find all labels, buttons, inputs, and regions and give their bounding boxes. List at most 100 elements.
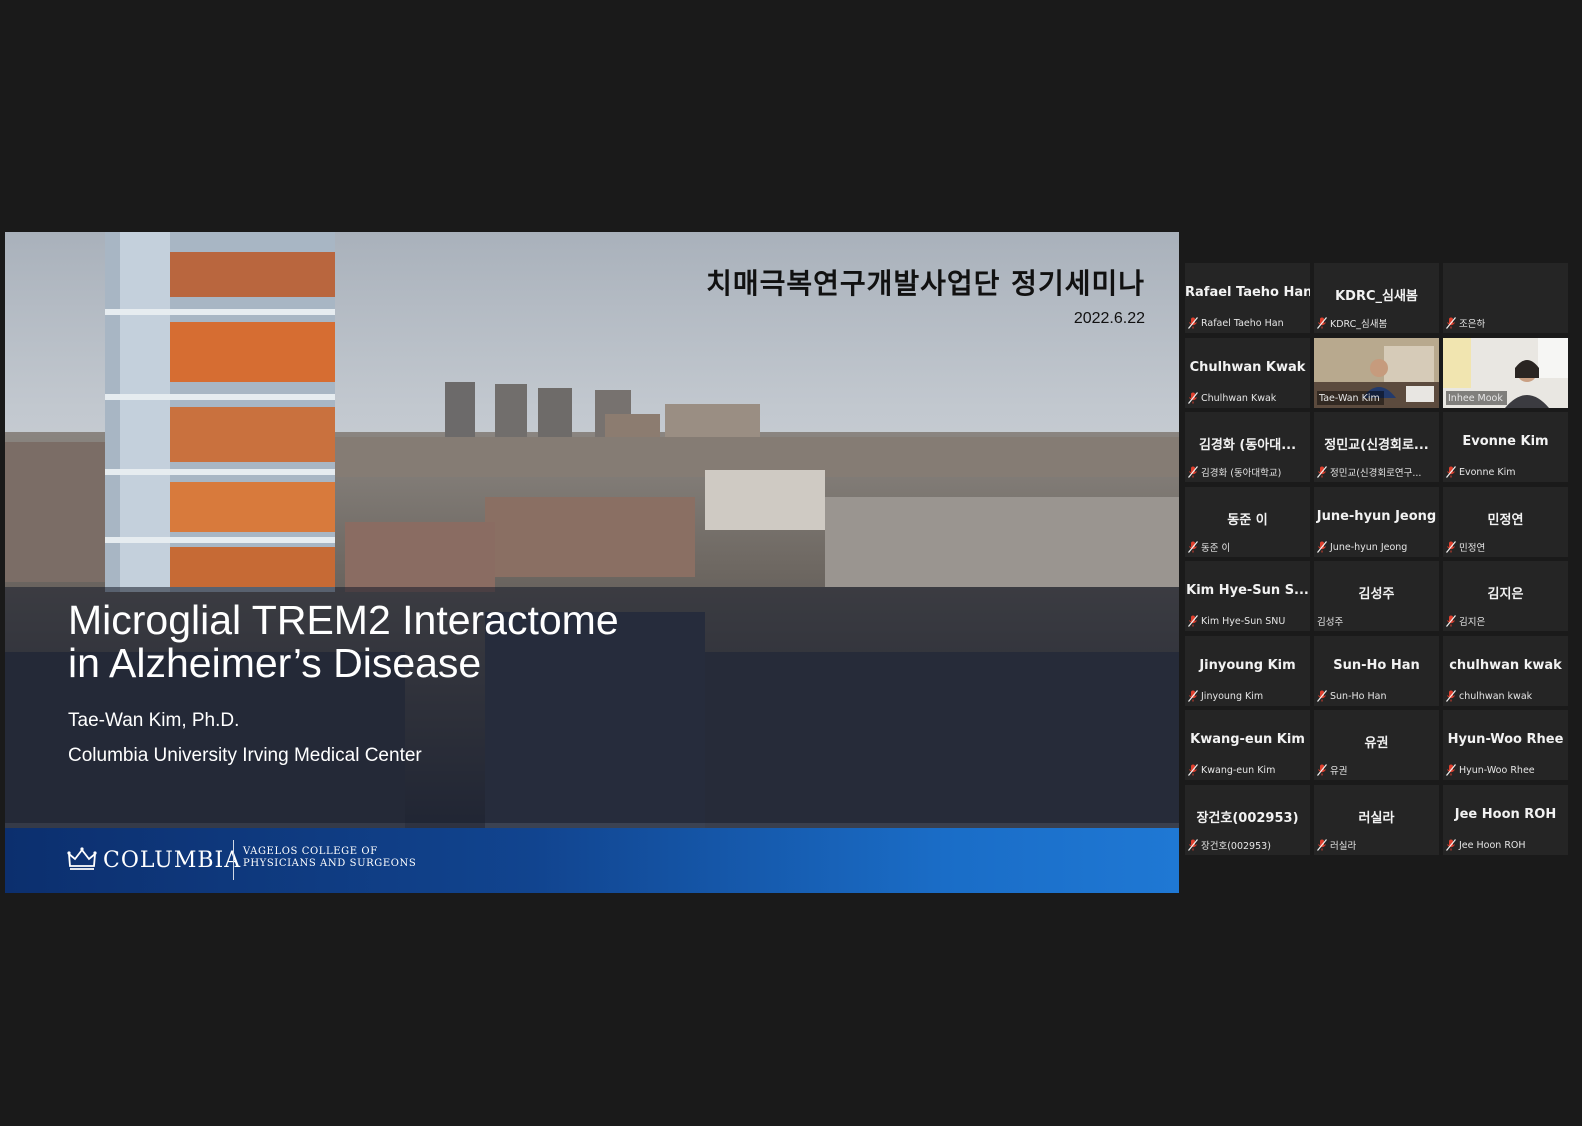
mic-off-icon [1446, 839, 1456, 851]
participant-label-text: 김경화 (동아대학교) [1201, 468, 1282, 479]
participant-tile[interactable]: 동준 이 동준 이 [1185, 487, 1310, 557]
participant-label-text: Rafael Taeho Han [1201, 317, 1284, 329]
participant-label-text: Evonne Kim [1459, 466, 1516, 478]
participant-label-text: 러실라 [1330, 841, 1357, 852]
participant-label-text: chulhwan kwak [1459, 690, 1533, 702]
mic-off-icon [1188, 615, 1198, 627]
slide-affiliation: Columbia University Irving Medical Cente… [68, 745, 422, 766]
participant-name-label: Tae-Wan Kim [1317, 391, 1384, 405]
participant-tile[interactable]: 김지은 김지은 [1443, 561, 1568, 631]
participant-name-label: Chulhwan Kwak [1188, 391, 1276, 405]
columbia-crown-icon [67, 847, 97, 870]
mic-off-icon [1446, 690, 1456, 702]
participant-name-label: 정민교(신경회로연구... [1317, 465, 1421, 479]
slide-title-line-2: in Alzheimer’s Disease [68, 640, 482, 686]
participant-name-label: Sun-Ho Han [1317, 689, 1386, 703]
participant-tile[interactable]: Chulhwan Kwak Chulhwan Kwak [1185, 338, 1310, 408]
seminar-date: 2022.6.22 [1073, 310, 1145, 327]
participant-name-label: 유권 [1317, 763, 1347, 777]
columbia-wordmark: COLUMBIA [103, 848, 242, 873]
participant-display-name: 김성주 [1358, 587, 1395, 602]
participant-tile[interactable]: Inhee Mook [1443, 338, 1568, 408]
participant-tile[interactable]: 조은하 [1443, 263, 1568, 333]
participant-label-text: Jinyoung Kim [1201, 690, 1264, 702]
participant-name-label: 김경화 (동아대학교) [1188, 465, 1281, 479]
participant-tile[interactable]: 유권 유권 [1314, 710, 1439, 780]
shared-screen-slide: 치매극복연구개발사업단 정기세미나 2022.6.22 Microglial T… [5, 232, 1179, 893]
participant-display-name: Evonne Kim [1462, 434, 1549, 449]
participant-tile[interactable]: Rafael Taeho Han Rafael Taeho Han [1185, 263, 1310, 333]
participant-label-text: Chulhwan Kwak [1201, 392, 1277, 404]
participant-label-text: Hyun-Woo Rhee [1459, 764, 1535, 776]
participant-name-label: 민정연 [1446, 540, 1485, 554]
columbia-footer-bar: COLUMBIA VAGELOS COLLEGE OF PHYSICIANS A… [5, 828, 1179, 893]
participant-tile[interactable]: Tae-Wan Kim [1314, 338, 1439, 408]
participant-tile[interactable]: 장건호(002953) 장건호(002953) [1185, 785, 1310, 855]
participant-name-label: 김성주 [1317, 614, 1343, 628]
mic-off-icon [1446, 317, 1456, 329]
participant-tile[interactable]: Hyun-Woo Rhee Hyun-Woo Rhee [1443, 710, 1568, 780]
participant-display-name: 유권 [1364, 736, 1389, 751]
participant-tile[interactable]: 정민교(신경회로... 정민교(신경회로연구... [1314, 412, 1439, 482]
mic-off-icon [1188, 764, 1198, 776]
participant-name-label: Jinyoung Kim [1188, 689, 1263, 703]
seminar-header: 치매극복연구개발사업단 정기세미나 [706, 267, 1145, 300]
mic-off-icon [1188, 392, 1198, 404]
participant-display-name: 정민교(신경회로... [1324, 438, 1429, 453]
participant-label-text: Inhee Mook [1448, 392, 1503, 404]
participant-display-name: 민정연 [1487, 513, 1524, 528]
participant-label-text: 장건호(002953) [1201, 841, 1271, 852]
participant-display-name: 러실라 [1358, 811, 1395, 826]
vagelos-line-2: PHYSICIANS AND SURGEONS [243, 858, 417, 869]
mic-off-icon [1188, 690, 1198, 702]
mic-off-icon [1317, 466, 1327, 478]
participant-display-name: Hyun-Woo Rhee [1447, 732, 1564, 747]
slide-author: Tae-Wan Kim, Ph.D. [68, 710, 240, 731]
participant-name-label: Kim Hye-Sun SNU [1188, 614, 1285, 628]
participant-tile[interactable]: 김성주 김성주 [1314, 561, 1439, 631]
participant-tile[interactable]: Evonne Kim Evonne Kim [1443, 412, 1568, 482]
participant-tile[interactable]: 김경화 (동아대... 김경화 (동아대학교) [1185, 412, 1310, 482]
participant-name-label: 러실라 [1317, 838, 1356, 852]
participant-display-name: Chulhwan Kwak [1189, 360, 1306, 375]
participant-label-text: Kwang-eun Kim [1201, 764, 1276, 776]
participant-name-label: 동준 이 [1188, 540, 1230, 554]
participant-name-label: 김지은 [1446, 614, 1485, 628]
participant-tile[interactable]: Sun-Ho Han Sun-Ho Han [1314, 636, 1439, 706]
logo-divider [233, 840, 234, 880]
participant-tile[interactable]: 러실라 러실라 [1314, 785, 1439, 855]
slide-title: Microglial TREM2 Interactome in Alzheime… [68, 599, 768, 685]
mic-off-icon [1317, 541, 1327, 553]
slide-title-line-1: Microglial TREM2 Interactome [68, 597, 619, 643]
participant-name-label: June-hyun Jeong [1317, 540, 1407, 554]
participant-tile[interactable]: KDRC_심새봄 KDRC_심새봄 [1314, 263, 1439, 333]
mic-off-icon [1446, 466, 1456, 478]
mic-off-icon [1188, 317, 1198, 329]
participant-display-name: Jinyoung Kim [1199, 658, 1296, 673]
participant-label-text: 김성주 [1317, 617, 1344, 628]
participant-name-label: Evonne Kim [1446, 465, 1515, 479]
participant-label-text: 김지은 [1459, 617, 1486, 628]
participant-tile[interactable]: chulhwan kwak chulhwan kwak [1443, 636, 1568, 706]
participant-tile[interactable]: 민정연 민정연 [1443, 487, 1568, 557]
participant-tile[interactable]: Jinyoung Kim Jinyoung Kim [1185, 636, 1310, 706]
meeting-window: 치매극복연구개발사업단 정기세미나 2022.6.22 Microglial T… [0, 0, 1582, 1126]
participant-name-label: Inhee Mook [1446, 391, 1507, 405]
participant-tile[interactable]: Kim Hye-Sun S... Kim Hye-Sun SNU [1185, 561, 1310, 631]
participant-label-text: 조은하 [1459, 319, 1486, 330]
participant-tile[interactable]: Kwang-eun Kim Kwang-eun Kim [1185, 710, 1310, 780]
vagelos-line-1: VAGELOS COLLEGE OF [243, 846, 378, 857]
mic-off-icon [1188, 839, 1198, 851]
mic-off-icon [1317, 690, 1327, 702]
mic-off-icon [1317, 839, 1327, 851]
participant-label-text: KDRC_심새봄 [1330, 319, 1388, 330]
participant-tile[interactable]: Jee Hoon ROH Jee Hoon ROH [1443, 785, 1568, 855]
participant-tile[interactable]: June-hyun Jeong June-hyun Jeong [1314, 487, 1439, 557]
participant-label-text: 정민교(신경회로연구... [1330, 468, 1422, 479]
vagelos-college-name: VAGELOS COLLEGE OF PHYSICIANS AND SURGEO… [243, 846, 416, 870]
participant-display-name: 동준 이 [1227, 513, 1268, 528]
participant-label-text: 동준 이 [1201, 543, 1231, 554]
participant-display-name: Kwang-eun Kim [1190, 732, 1305, 747]
participant-name-label: KDRC_심새봄 [1317, 316, 1387, 330]
mic-off-icon [1317, 764, 1327, 776]
